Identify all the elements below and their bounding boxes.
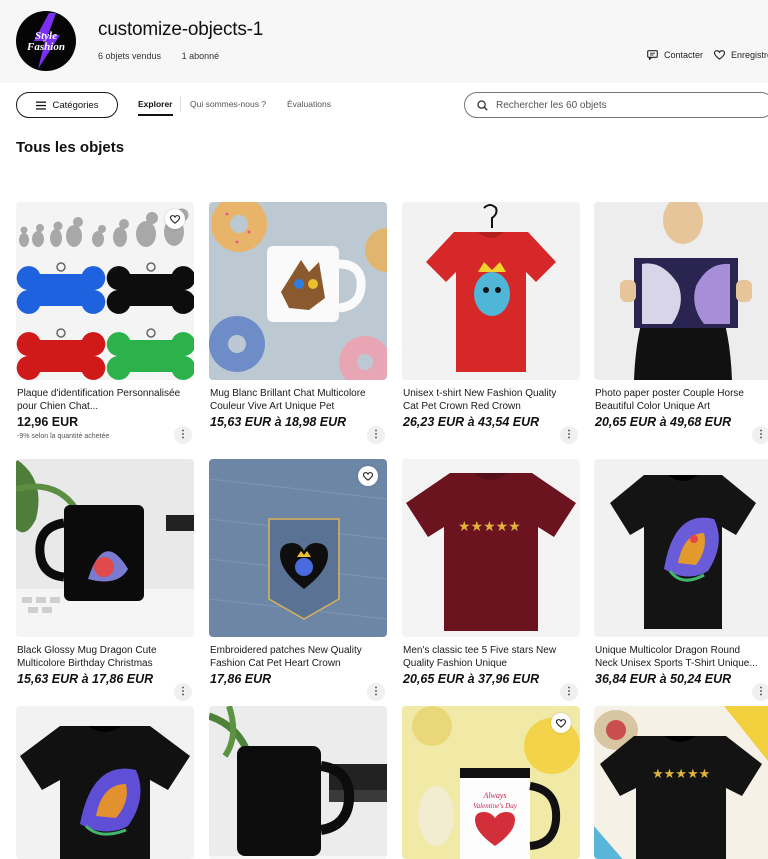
heart-icon bbox=[714, 50, 725, 60]
store-nav: Catégories Explorer Qui sommes-nous ? Év… bbox=[0, 83, 768, 127]
save-label: Enregistrer bbox=[731, 50, 768, 60]
mug-text-line1: Always bbox=[482, 791, 506, 800]
product-image-jeans-patch[interactable] bbox=[209, 459, 387, 637]
kebab-icon[interactable]: ⋮ bbox=[367, 683, 385, 701]
kebab-icon[interactable]: ⋮ bbox=[752, 426, 768, 444]
store-stats: 6 objets vendus 1 abonné bbox=[98, 51, 219, 61]
product-title[interactable]: Unisex t-shirt New Fashion Quality Cat P… bbox=[403, 387, 568, 413]
product-price: 36,84 EUR à 50,24 EUR bbox=[595, 672, 732, 686]
discount-note: -9% selon la quantité achetée bbox=[17, 433, 110, 440]
product-image-dragon-mug[interactable] bbox=[16, 459, 194, 637]
store-header: Style Fashion customize-objects-1 6 obje… bbox=[0, 0, 768, 83]
product-title[interactable]: Photo paper poster Couple Horse Beautifu… bbox=[595, 387, 760, 413]
contact-button[interactable]: Contacter bbox=[647, 50, 703, 60]
kebab-icon[interactable]: ⋮ bbox=[367, 426, 385, 444]
mug-text-line2: Valentine's Day bbox=[473, 802, 518, 810]
save-store-button[interactable]: Enregistrer bbox=[714, 50, 768, 60]
kebab-icon[interactable]: ⋮ bbox=[560, 426, 578, 444]
product-image-pet-tags[interactable] bbox=[16, 202, 194, 380]
product-price: 20,65 EUR à 37,96 EUR bbox=[403, 672, 540, 686]
store-name: customize-objects-1 bbox=[98, 19, 264, 40]
product-price: 15,63 EUR à 18,98 EUR bbox=[210, 415, 347, 429]
product-image-dragon-tee-2[interactable] bbox=[16, 706, 194, 859]
heart-icon bbox=[363, 471, 373, 481]
svg-text:★★★★★: ★★★★★ bbox=[652, 767, 710, 782]
product-price: 17,86 EUR bbox=[210, 672, 272, 686]
contact-label: Contacter bbox=[664, 50, 704, 60]
tab-about[interactable]: Qui sommes-nous ? bbox=[190, 99, 266, 109]
heart-icon bbox=[556, 718, 566, 728]
sold-count: 6 objets vendus bbox=[98, 51, 162, 61]
product-image-dragon-tee-black[interactable] bbox=[594, 459, 768, 637]
product-price: 12,96 EUR bbox=[17, 415, 79, 429]
product-image-cat-mug[interactable] bbox=[209, 202, 387, 380]
product-image-black-mug[interactable] bbox=[209, 706, 387, 859]
product-title[interactable]: Unique Multicolor Dragon Round Neck Unis… bbox=[595, 644, 760, 670]
product-image-red-tshirt[interactable] bbox=[402, 202, 580, 380]
product-price: 26,23 EUR à 43,54 EUR bbox=[403, 415, 540, 429]
follower-count[interactable]: 1 abonné bbox=[182, 51, 220, 61]
tab-explorer[interactable]: Explorer bbox=[138, 99, 173, 116]
search-icon bbox=[477, 99, 488, 111]
product-image-stars-tee-maroon[interactable]: ★★★★★ bbox=[402, 459, 580, 637]
product-title[interactable]: Men's classic tee 5 Five stars New Quali… bbox=[403, 644, 568, 670]
favorite-button[interactable] bbox=[358, 466, 378, 486]
product-image-horse-poster[interactable] bbox=[594, 202, 768, 380]
tab-divider bbox=[180, 96, 181, 112]
product-image-stars-tee-black[interactable]: ★★★★★ bbox=[594, 706, 768, 859]
favorite-button[interactable] bbox=[165, 209, 185, 229]
tab-reviews[interactable]: Évaluations bbox=[287, 99, 331, 109]
kebab-icon[interactable]: ⋮ bbox=[752, 683, 768, 701]
store-logo[interactable]: Style Fashion bbox=[16, 11, 76, 71]
product-image-valentine-mug[interactable]: Always Valentine's Day bbox=[402, 706, 580, 859]
product-price: 15,63 EUR à 17,86 EUR bbox=[17, 672, 154, 686]
product-title[interactable]: Black Glossy Mug Dragon Cute Multicolore… bbox=[17, 644, 182, 670]
product-title[interactable]: Plaque d'identification Personnalisée po… bbox=[17, 387, 182, 413]
hamburger-icon bbox=[35, 101, 46, 110]
favorite-button[interactable] bbox=[551, 713, 571, 733]
product-title[interactable]: Mug Blanc Brillant Chat Multicolore Coul… bbox=[210, 387, 375, 413]
logo-text-line2: Fashion bbox=[27, 41, 65, 53]
categories-label: Catégories bbox=[52, 99, 99, 111]
kebab-icon[interactable]: ⋮ bbox=[560, 683, 578, 701]
product-price: 20,65 EUR à 49,68 EUR bbox=[595, 415, 732, 429]
heart-icon bbox=[170, 214, 180, 224]
categories-button[interactable]: Catégories bbox=[16, 92, 118, 118]
message-icon bbox=[647, 50, 658, 60]
search-input[interactable] bbox=[496, 99, 746, 111]
kebab-icon[interactable]: ⋮ bbox=[174, 683, 192, 701]
section-title: Tous les objets bbox=[16, 139, 125, 156]
product-title[interactable]: Embroidered patches New Quality Fashion … bbox=[210, 644, 375, 670]
search-bar[interactable] bbox=[464, 92, 768, 118]
svg-text:★★★★★: ★★★★★ bbox=[458, 519, 521, 535]
kebab-icon[interactable]: ⋮ bbox=[174, 426, 192, 444]
